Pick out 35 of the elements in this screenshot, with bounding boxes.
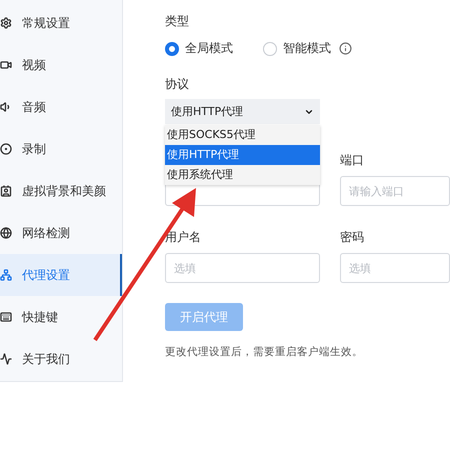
- radio-icon[interactable]: [263, 42, 277, 56]
- sidebar-item[interactable]: 网络检测: [0, 212, 122, 254]
- sidebar-icon: [0, 227, 12, 239]
- menu-option[interactable]: 使用HTTP代理: [165, 145, 320, 165]
- sidebar-item[interactable]: 录制: [0, 128, 122, 170]
- sidebar-item[interactable]: 快捷键: [0, 296, 122, 338]
- mode-radio[interactable]: 智能模式: [263, 40, 331, 57]
- info-icon[interactable]: [339, 42, 352, 55]
- sidebar-item[interactable]: 音频: [0, 86, 122, 128]
- sidebar-icon: [0, 269, 12, 281]
- note-text: 更改代理设置后，需要重启客户端生效。: [165, 345, 364, 359]
- sidebar-item[interactable]: 虚拟背景和美颜: [0, 170, 122, 212]
- sidebar-item[interactable]: 视频: [0, 44, 122, 86]
- radio-icon[interactable]: [165, 42, 179, 56]
- sidebar-item[interactable]: 代理设置: [0, 254, 122, 296]
- sidebar-icon: [0, 185, 12, 197]
- password-label: 密码: [340, 229, 365, 246]
- mode-radio[interactable]: 全局模式: [165, 40, 233, 57]
- sidebar-icon: [0, 353, 12, 365]
- sidebar-icon: [0, 311, 12, 323]
- input-field[interactable]: 选填: [340, 253, 450, 283]
- sidebar-item[interactable]: 关于我们: [0, 338, 122, 380]
- port-label: 端口: [340, 152, 365, 169]
- input-field[interactable]: 请输入端口: [340, 176, 450, 206]
- sidebar-icon: [0, 59, 12, 71]
- menu-option[interactable]: 使用SOCKS5代理: [165, 125, 320, 145]
- protocol-select[interactable]: 使用HTTP代理: [165, 99, 320, 124]
- menu-option[interactable]: 使用系统代理: [165, 165, 320, 185]
- input-field[interactable]: 选填: [165, 253, 320, 283]
- sidebar-icon: [0, 17, 12, 29]
- sidebar-item[interactable]: 常规设置: [0, 2, 122, 44]
- type-label: 类型: [165, 13, 190, 30]
- sidebar-icon: [0, 101, 12, 113]
- protocol-label: 协议: [165, 76, 190, 93]
- sidebar-icon: [0, 143, 12, 155]
